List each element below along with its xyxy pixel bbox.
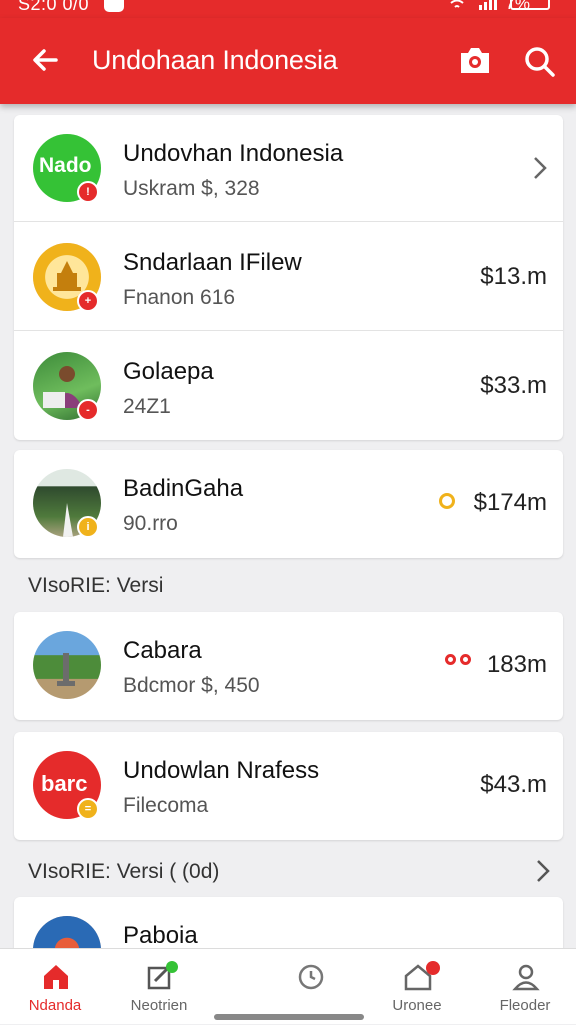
wifi-icon: [450, 0, 464, 8]
row-amount: 183m: [486, 651, 547, 678]
row-title: Golaepa: [123, 358, 214, 385]
row-subtitle: 90.rro: [123, 512, 178, 535]
row-title: Undovhan Indonesia: [123, 140, 344, 167]
divider: [14, 330, 563, 331]
battery-icon: [510, 0, 550, 10]
status-time: S2:0 0/0: [18, 0, 90, 14]
search-icon[interactable]: [520, 42, 560, 82]
nav-inbox[interactable]: Uronee: [362, 949, 472, 1025]
statue-icon: [57, 653, 75, 686]
row-subtitle: Filecoma: [123, 794, 209, 817]
row-subtitle: Uskram $, 328: [123, 177, 260, 200]
status-badge: i: [77, 516, 99, 538]
section-header: VIsoRIE: Versi ( (0d): [28, 860, 220, 883]
row-title: Sndarlaan IFilew: [123, 249, 302, 276]
list-item[interactable]: Cabara Bdcmor $, 450 183m: [14, 612, 563, 719]
row-amount: $43.m: [480, 771, 547, 798]
account-card: barc = Undowlan Nrafess Filecoma $43.m: [14, 732, 563, 840]
list-item[interactable]: + Sndarlaan IFilew Fnanon 616 $13.m: [14, 224, 563, 331]
row-title: Paboia: [123, 922, 198, 948]
list-item[interactable]: barc = Undowlan Nrafess Filecoma $43.m: [14, 732, 563, 839]
account-card: i BadinGaha 90.rro $174m: [14, 450, 563, 558]
coin-icon: [439, 493, 455, 509]
red-dots-icon: [444, 652, 471, 670]
list-item[interactable]: Paboia: [14, 897, 563, 948]
avatar-text: Nado: [39, 154, 92, 177]
row-subtitle: Fnanon 616: [123, 286, 236, 309]
nav-label: Ndanda: [28, 997, 82, 1014]
status-icons: [446, 0, 550, 10]
status-badge: +: [77, 290, 99, 312]
signal-icon: [479, 0, 497, 10]
list-item[interactable]: Nado ! Undovhan Indonesia Uskram $, 328: [14, 115, 563, 222]
section-header: VIsoRIE: Versi: [28, 574, 164, 597]
bottom-navigation: Ndanda Neotrien Uronee Fleoder: [0, 948, 576, 1024]
clock-icon: [298, 964, 324, 990]
camera-icon[interactable]: [456, 42, 494, 80]
row-subtitle: Bdcmor $, 450: [123, 674, 260, 697]
list-item[interactable]: i BadinGaha 90.rro $174m: [14, 450, 563, 557]
row-subtitle: 24Z1: [123, 395, 171, 418]
home-icon: [44, 965, 68, 989]
chevron-right-icon: [534, 157, 547, 179]
account-card: Cabara Bdcmor $, 450 183m: [14, 612, 563, 720]
nav-profile[interactable]: Fleoder: [470, 949, 576, 1025]
nav-home[interactable]: Ndanda: [0, 949, 110, 1025]
row-title: Cabara: [123, 637, 202, 664]
globe-photo-avatar: [33, 916, 101, 948]
row-amount: $13.m: [480, 263, 547, 290]
nav-notes[interactable]: Neotrien: [104, 949, 214, 1025]
avatar-text: barc: [41, 771, 88, 796]
nav-label: Fleoder: [499, 997, 551, 1014]
nav-label: Uronee: [392, 997, 442, 1014]
home-indicator[interactable]: [214, 1014, 364, 1020]
landscape-photo-avatar: [33, 631, 101, 699]
row-title: BadinGaha: [123, 475, 244, 502]
notification-dot: [426, 961, 440, 975]
account-card-group: Nado ! Undovhan Indonesia Uskram $, 328 …: [14, 115, 563, 440]
notification-icon: [104, 0, 124, 12]
back-arrow-icon[interactable]: [26, 40, 66, 80]
nav-label: Neotrien: [130, 997, 188, 1014]
page-title: Undohaan Indonesia: [92, 45, 338, 75]
row-title: Undowlan Nrafess: [123, 757, 320, 784]
status-badge: -: [77, 399, 99, 421]
divider: [14, 221, 563, 222]
row-amount: $174m: [473, 489, 547, 516]
app-bar: Undohaan Indonesia: [0, 18, 576, 104]
list-item[interactable]: - Golaepa 24Z1 $33.m: [14, 333, 563, 440]
status-bar: S2:0 0/0 7%: [0, 0, 576, 18]
account-card: Paboia: [14, 897, 563, 948]
status-badge: =: [77, 798, 99, 820]
chevron-right-icon[interactable]: [534, 858, 552, 884]
row-amount: $33.m: [480, 372, 547, 399]
status-badge: !: [77, 181, 99, 203]
notification-dot: [166, 961, 178, 973]
profile-icon: [512, 964, 540, 991]
